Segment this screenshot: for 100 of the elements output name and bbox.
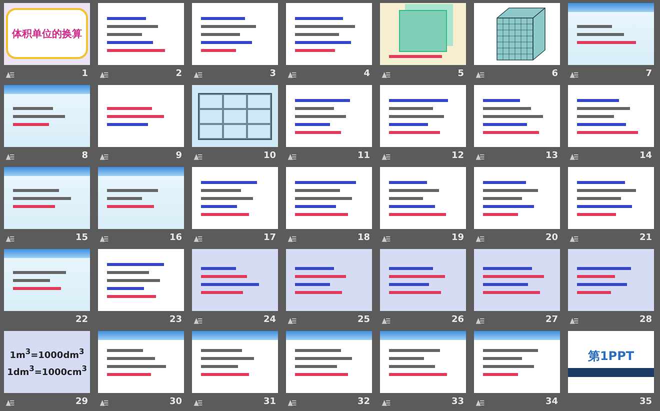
slide-thumbnail[interactable] xyxy=(380,85,466,147)
animation-icon[interactable] xyxy=(99,70,109,78)
slide-thumbnail[interactable] xyxy=(98,85,184,147)
slide-thumbnail[interactable] xyxy=(568,249,654,311)
animation-icon[interactable] xyxy=(569,152,579,160)
animation-icon[interactable] xyxy=(193,70,203,78)
slide-thumbnail[interactable] xyxy=(568,3,654,65)
animation-icon[interactable] xyxy=(193,398,203,406)
slide-thumbnail[interactable] xyxy=(380,249,466,311)
slide-number: 18 xyxy=(357,233,370,243)
animation-icon[interactable] xyxy=(381,234,391,242)
slide-thumbnail[interactable] xyxy=(192,249,278,311)
slide-number: 32 xyxy=(357,397,370,407)
slide-thumbnail[interactable] xyxy=(286,331,372,393)
animation-icon[interactable] xyxy=(381,70,391,78)
slide-number: 7 xyxy=(646,69,652,79)
slide-number: 22 xyxy=(75,315,88,325)
slide-number: 17 xyxy=(263,233,276,243)
animation-icon[interactable] xyxy=(287,70,297,78)
slide-thumbnail[interactable] xyxy=(568,85,654,147)
slide-number: 20 xyxy=(545,233,558,243)
animation-icon[interactable] xyxy=(475,398,485,406)
slide-thumbnail[interactable] xyxy=(4,249,90,311)
slide-number: 2 xyxy=(176,69,182,79)
formula-text: 1dm$^{3}$=1000cm$^{3}$ xyxy=(7,364,87,378)
slide-number: 28 xyxy=(639,315,652,325)
animation-icon[interactable] xyxy=(381,398,391,406)
slide-thumbnail[interactable] xyxy=(474,331,560,393)
slide-thumbnail[interactable] xyxy=(474,249,560,311)
slide-number: 10 xyxy=(263,151,276,161)
slide-number: 34 xyxy=(545,397,558,407)
slide-number: 8 xyxy=(82,151,88,161)
slide-number: 14 xyxy=(639,151,652,161)
slide-thumbnail[interactable] xyxy=(192,3,278,65)
animation-icon[interactable] xyxy=(475,70,485,78)
logo-text: 第1PPT xyxy=(588,348,634,364)
slide-number: 33 xyxy=(451,397,464,407)
slide-thumbnail[interactable] xyxy=(98,331,184,393)
slide-thumbnail[interactable] xyxy=(98,249,184,311)
animation-icon[interactable] xyxy=(475,152,485,160)
slide-number: 5 xyxy=(458,69,464,79)
animation-icon[interactable] xyxy=(193,234,203,242)
animation-icon[interactable] xyxy=(381,316,391,324)
animation-icon[interactable] xyxy=(569,70,579,78)
slide-thumbnail[interactable]: 第1PPT xyxy=(568,331,654,393)
slide-number: 23 xyxy=(169,315,182,325)
slide-thumbnail[interactable]: 1m$^{3}$=1000dm$^{3}$ 1dm$^{3}$=1000cm$^{3}$ xyxy=(4,331,90,393)
slide-thumbnail[interactable] xyxy=(568,167,654,229)
slide-thumbnail[interactable] xyxy=(192,167,278,229)
slide-number: 27 xyxy=(545,315,558,325)
slide-number: 11 xyxy=(357,151,370,161)
animation-icon[interactable] xyxy=(569,316,579,324)
slide-thumbnail[interactable] xyxy=(474,85,560,147)
slide-thumbnail[interactable] xyxy=(474,167,560,229)
animation-icon[interactable] xyxy=(193,152,203,160)
slide-number: 26 xyxy=(451,315,464,325)
animation-icon[interactable] xyxy=(381,152,391,160)
slide-thumbnail[interactable] xyxy=(380,167,466,229)
slide-thumbnail[interactable] xyxy=(192,331,278,393)
slide-thumbnail[interactable] xyxy=(474,3,560,65)
slide-number: 24 xyxy=(263,315,276,325)
animation-icon[interactable] xyxy=(5,398,15,406)
animation-icon[interactable] xyxy=(287,234,297,242)
slide-thumbnail[interactable] xyxy=(4,85,90,147)
animation-icon[interactable] xyxy=(5,152,15,160)
slide-thumbnail[interactable] xyxy=(286,85,372,147)
formula-text: 1m$^{3}$=1000dm$^{3}$ xyxy=(10,346,84,360)
slide-thumbnail[interactable] xyxy=(286,167,372,229)
animation-icon[interactable] xyxy=(5,70,15,78)
slide-number: 15 xyxy=(75,233,88,243)
slide-number: 25 xyxy=(357,315,370,325)
slide-thumbnail[interactable] xyxy=(98,3,184,65)
animation-icon[interactable] xyxy=(475,316,485,324)
animation-icon[interactable] xyxy=(475,234,485,242)
animation-icon[interactable] xyxy=(569,234,579,242)
slide-thumbnail[interactable] xyxy=(380,331,466,393)
slide-thumbnail[interactable] xyxy=(4,167,90,229)
animation-icon[interactable] xyxy=(99,152,109,160)
slide-number: 29 xyxy=(75,397,88,407)
animation-icon[interactable] xyxy=(99,398,109,406)
animation-icon[interactable] xyxy=(287,398,297,406)
slide-thumbnail[interactable] xyxy=(286,3,372,65)
animation-icon[interactable] xyxy=(287,316,297,324)
slide-number: 35 xyxy=(639,397,652,407)
slide-number: 13 xyxy=(545,151,558,161)
animation-icon[interactable] xyxy=(287,152,297,160)
slide-thumbnail[interactable] xyxy=(98,167,184,229)
slide-thumbnail[interactable] xyxy=(286,249,372,311)
animation-icon[interactable] xyxy=(99,234,109,242)
slide-number: 16 xyxy=(169,233,182,243)
slide-number: 3 xyxy=(270,69,276,79)
slide-thumbnail[interactable] xyxy=(192,85,278,147)
animation-icon[interactable] xyxy=(5,234,15,242)
slide-number: 4 xyxy=(364,69,370,79)
slide-number: 1 xyxy=(82,69,88,79)
slide-title: 体积单位的换算 xyxy=(12,28,82,41)
slide-number: 30 xyxy=(169,397,182,407)
slide-thumbnail[interactable]: 体积单位的换算 xyxy=(4,3,90,65)
slide-thumbnail[interactable] xyxy=(380,3,466,65)
animation-icon[interactable] xyxy=(193,316,203,324)
